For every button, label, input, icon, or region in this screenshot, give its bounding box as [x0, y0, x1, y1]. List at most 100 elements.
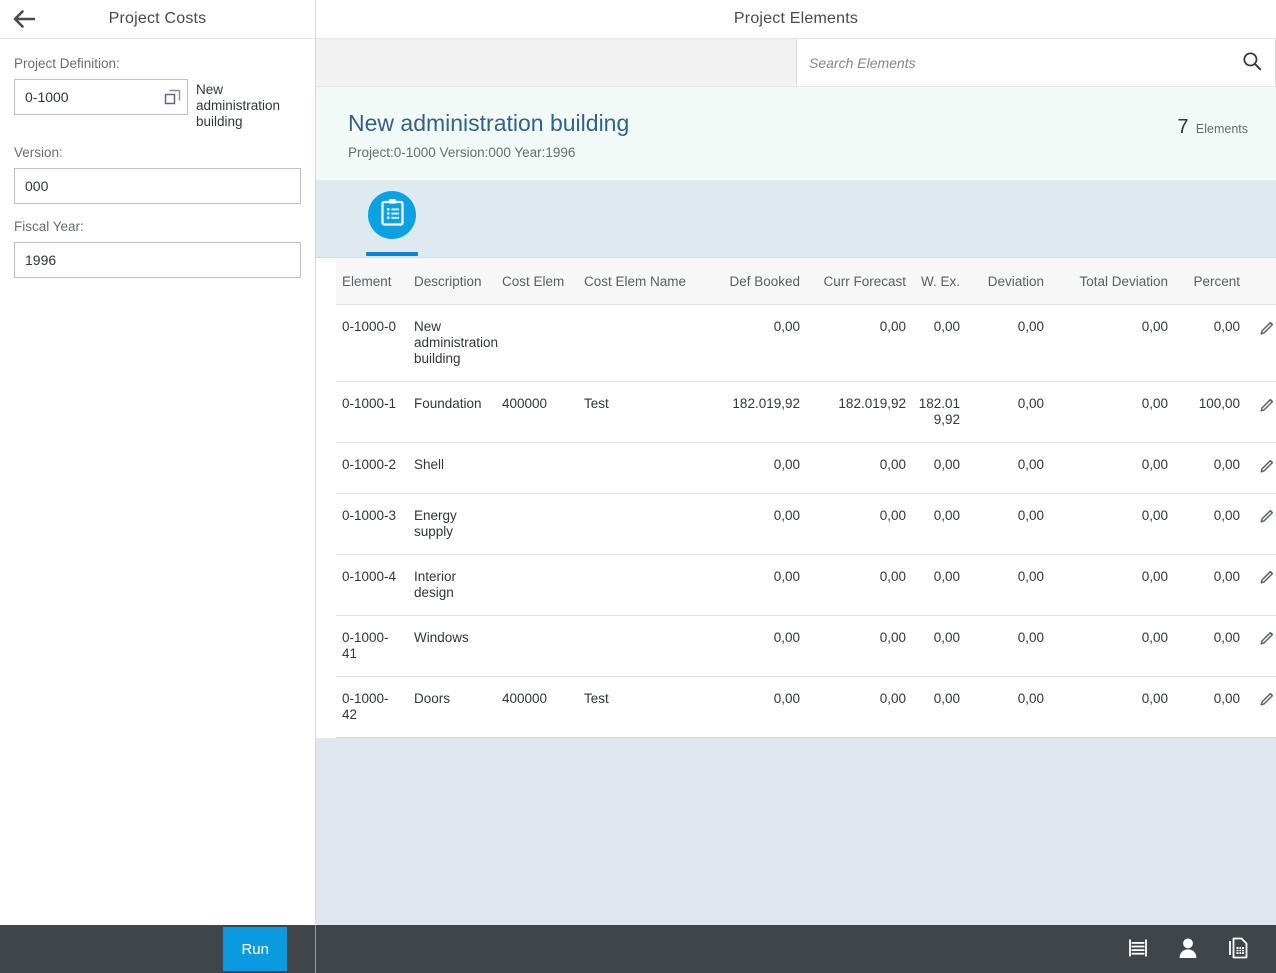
search-input[interactable] [809, 54, 1233, 71]
elements-table: Element Description Cost Elem Cost Elem … [336, 258, 1276, 738]
column-header-cost-elem[interactable]: Cost Elem [496, 258, 578, 305]
object-title[interactable]: New administration building [348, 109, 629, 137]
cell-deviation: 0,00 [966, 554, 1050, 616]
object-header-texts: New administration building Project:0-10… [348, 109, 629, 160]
column-header-element[interactable]: Element [336, 258, 408, 305]
run-button[interactable]: Run [223, 927, 287, 971]
user-button[interactable] [1174, 935, 1202, 963]
cell-element: 0-1000-41 [336, 615, 408, 677]
edit-row-button[interactable] [1255, 691, 1276, 711]
cell-curr-forecast: 0,00 [806, 304, 912, 382]
list-lines-icon [1126, 936, 1150, 963]
pencil-icon [1258, 690, 1276, 711]
left-panel-body: Project Definition: New administra [0, 39, 315, 292]
cell-percent: 0,00 [1174, 554, 1246, 616]
column-header-deviation[interactable]: Deviation [966, 258, 1050, 305]
object-header: New administration building Project:0-10… [316, 87, 1276, 181]
field-group-fiscal-year: Fiscal Year: [14, 218, 301, 278]
table-row[interactable]: 0-1000-2 Shell 0,00 0,00 0,00 0,00 0,00 0,00 [336, 442, 1276, 494]
cell-element: 0-1000-42 [336, 676, 408, 738]
app-root: Project Costs Project Definition: 0-1000… [0, 0, 1276, 973]
cell-description: Interior design [408, 554, 496, 616]
table-row[interactable]: 0-1000-42 Doors 400000 Test 0,00 0,00 0,00 0,00… [336, 676, 1276, 738]
fiscal-year-label: Fiscal Year: [14, 219, 84, 234]
cell-curr-forecast: 182.019,92 [806, 381, 912, 443]
cell-cost-elem: 400000 [496, 381, 578, 443]
cell-cost-elem-name [578, 554, 700, 616]
cell-cost-elem [496, 442, 578, 494]
cell-def-booked: 0,00 [700, 493, 806, 555]
spreadsheet-document-button[interactable] [1224, 935, 1252, 963]
cell-description: Energy supply [408, 493, 496, 555]
column-header-w-ex[interactable]: W. Ex. [912, 258, 966, 305]
cell-percent: 0,00 [1174, 676, 1246, 738]
edit-row-button[interactable] [1255, 630, 1276, 650]
cell-def-booked: 182.019,92 [700, 381, 806, 443]
value-help-icon[interactable] [163, 88, 181, 106]
table-row[interactable]: 0-1000-1 Foundation 400000 Test 182.019,92 18… [336, 381, 1276, 443]
table-row[interactable]: 0-1000-41 Windows 0,00 0,00 0,00 0,00 0,00 0,00 [336, 615, 1276, 677]
edit-row-button[interactable] [1255, 396, 1276, 416]
table-row[interactable]: 0-1000-0 New administration building 0,00 0… [336, 304, 1276, 382]
edit-row-button[interactable] [1255, 508, 1276, 528]
cell-def-booked: 0,00 [700, 304, 806, 382]
cell-element: 0-1000-3 [336, 493, 408, 555]
column-header-cost-elem-name[interactable]: Cost Elem Name [578, 258, 700, 305]
left-panel: Project Costs Project Definition: 0-1000… [0, 0, 316, 925]
back-button[interactable] [10, 5, 38, 33]
cell-percent: 0,00 [1174, 615, 1246, 677]
table-header-row: Element Description Cost Elem Cost Elem … [336, 258, 1276, 305]
cell-curr-forecast: 0,00 [806, 615, 912, 677]
row-edit-cell [1246, 442, 1276, 494]
column-header-total-deviation[interactable]: Total Deviation [1050, 258, 1174, 305]
cell-description: New administration building [408, 304, 498, 382]
row-edit-cell [1246, 676, 1276, 738]
cell-curr-forecast: 0,00 [806, 442, 912, 494]
edit-row-button[interactable] [1255, 457, 1276, 477]
column-header-description[interactable]: Description [408, 258, 496, 305]
table-row[interactable]: 0-1000-4 Interior design 0,00 0,00 0,00 0,00 0… [336, 554, 1276, 616]
pencil-icon [1258, 457, 1276, 478]
table-row[interactable]: 0-1000-3 Energy supply 0,00 0,00 0,00 0,00 0,0… [336, 493, 1276, 555]
footer-right-section [316, 925, 1276, 973]
list-lines-button[interactable] [1124, 935, 1152, 963]
cell-w-ex: 0,00 [912, 676, 966, 738]
cell-curr-forecast: 0,00 [806, 554, 912, 616]
search-button[interactable] [1239, 50, 1265, 76]
right-panel-header: Project Elements [316, 0, 1276, 39]
search-field[interactable] [796, 39, 1276, 86]
version-input-wrap [14, 168, 301, 204]
cell-percent: 0,00 [1174, 493, 1246, 555]
cell-curr-forecast: 0,00 [806, 676, 912, 738]
fiscal-year-input[interactable] [14, 242, 301, 278]
project-definition-input[interactable] [14, 79, 188, 115]
edit-row-button[interactable] [1255, 569, 1276, 589]
tab-elements[interactable] [348, 191, 436, 256]
edit-row-button[interactable] [1255, 319, 1276, 339]
cell-w-ex: 0,00 [912, 493, 966, 555]
cell-cost-elem-name: Test [578, 676, 700, 738]
cell-percent: 0,00 [1174, 304, 1246, 382]
cell-description: Foundation [408, 381, 496, 443]
cell-total-deviation: 0,00 [1050, 554, 1174, 616]
column-header-def-booked[interactable]: Def Booked [700, 258, 806, 305]
left-panel-title: Project Costs [108, 10, 207, 27]
version-input[interactable] [14, 168, 301, 204]
split-container: Project Costs Project Definition: 0-1000… [0, 0, 1276, 925]
element-count-unit: Elements [1195, 122, 1248, 136]
cell-total-deviation: 0,00 [1050, 676, 1174, 738]
cell-def-booked: 0,00 [700, 442, 806, 494]
cell-total-deviation: 0,00 [1050, 493, 1174, 555]
object-subtitle: Project:0-1000 Version:000 Year:1996 [348, 145, 576, 160]
content-filler [316, 737, 1276, 925]
column-header-percent[interactable]: Percent [1174, 258, 1246, 305]
column-header-curr-forecast[interactable]: Curr Forecast [806, 258, 912, 305]
cell-w-ex: 0,00 [912, 442, 966, 494]
pencil-icon [1258, 629, 1276, 650]
cell-deviation: 0,00 [966, 493, 1050, 555]
cell-description: Windows [408, 615, 496, 677]
cell-def-booked: 0,00 [700, 554, 806, 616]
cell-description: Doors [408, 676, 496, 738]
cell-def-booked: 0,00 [700, 676, 806, 738]
row-edit-cell [1246, 493, 1276, 555]
